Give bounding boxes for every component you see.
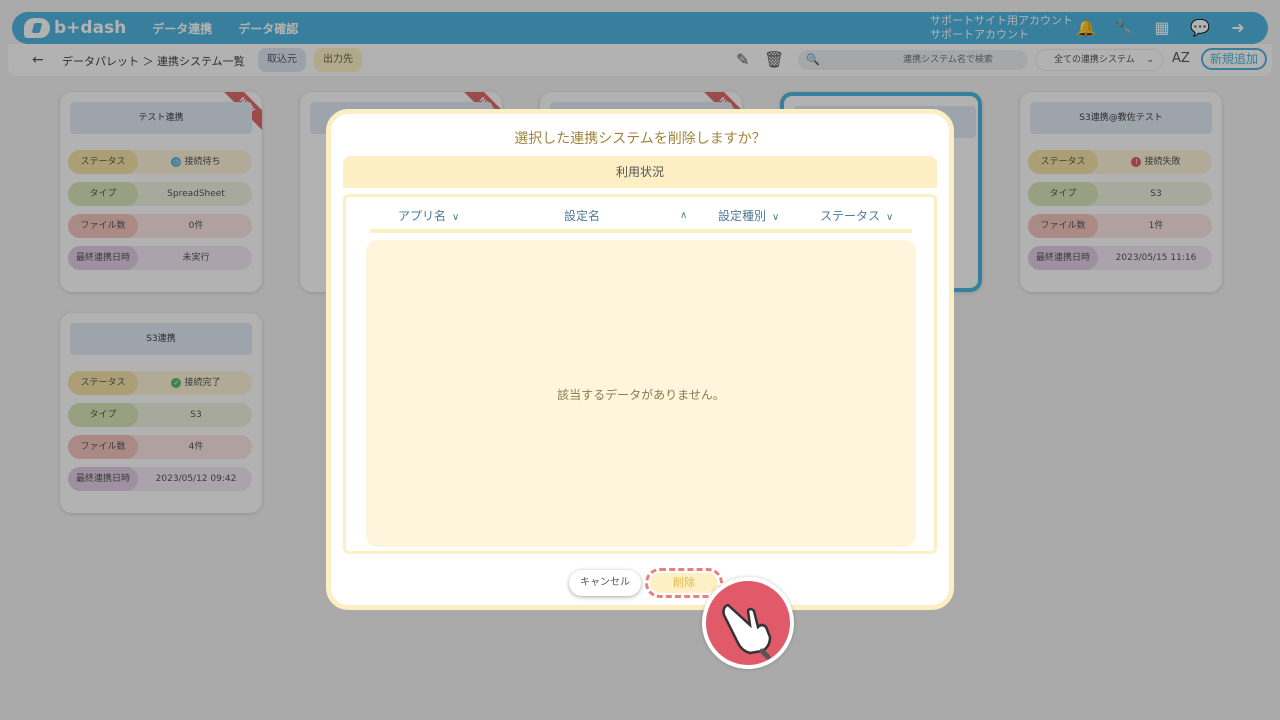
chevron-down-icon: ∨ (772, 212, 780, 223)
empty-message: 該当するデータがありません。 (557, 388, 725, 402)
pointer-hand-icon (702, 577, 794, 669)
chevron-down-icon: ∨ (452, 212, 460, 223)
header-divider (370, 229, 912, 233)
column-setting-name[interactable]: 設定名 (564, 207, 600, 224)
column-app-name[interactable]: アプリ名 ∨ (398, 207, 459, 224)
sort-up-icon[interactable]: ∧ (674, 207, 687, 221)
chevron-down-icon: ∨ (886, 212, 894, 223)
usage-table: アプリ名 ∨ 設定名 ∧ 設定種別 ∨ ステータス ∨ 該当するデータがありません。 (343, 194, 937, 554)
delete-confirm-dialog: 選択した連携システムを削除しますか？ 利用状況 アプリ名 ∨ 設定名 ∧ 設定種別… (326, 109, 954, 610)
dialog-title: 選択した連携システムを削除しますか？ (514, 131, 766, 147)
usage-section-header: 利用状況 (343, 156, 937, 188)
column-setting-type[interactable]: 設定種別 ∨ (718, 207, 779, 224)
cancel-button[interactable]: キャンセル (569, 570, 641, 596)
column-status[interactable]: ステータス ∨ (820, 207, 893, 224)
table-body: 該当するデータがありません。 (366, 240, 916, 547)
